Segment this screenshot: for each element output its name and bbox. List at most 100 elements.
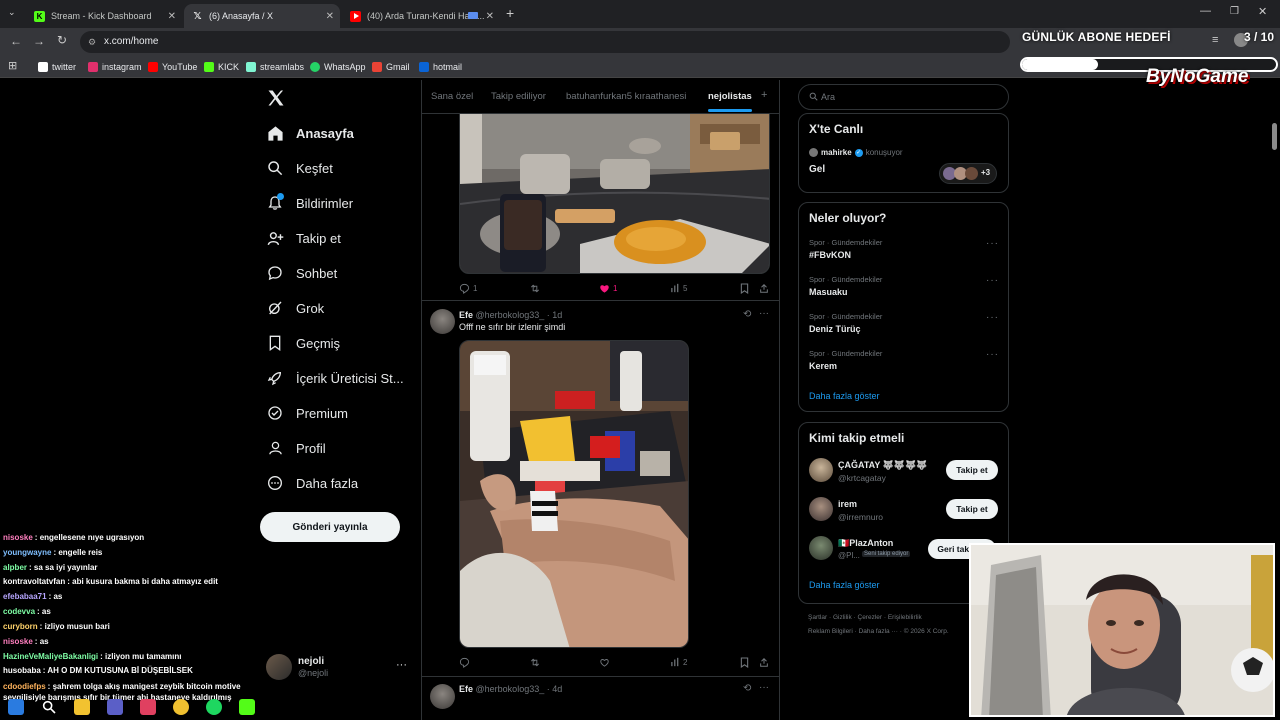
close-icon[interactable]: ✕ [486, 11, 494, 22]
x-logo-icon[interactable] [266, 88, 286, 108]
tab-x-home[interactable]: 𝕏 (6) Anasayfa / X ✕ [184, 4, 340, 28]
nav-premium[interactable]: Premium [266, 398, 348, 428]
tab-kick-dashboard[interactable]: K Stream - Kick Dashboard ✕ [26, 4, 182, 28]
restore-button[interactable]: ❐ [1230, 6, 1239, 17]
nav-explore[interactable]: Keşfet [266, 153, 333, 183]
file-explorer-icon[interactable] [74, 699, 90, 715]
nav-chat[interactable]: Sohbet [266, 258, 337, 288]
close-icon[interactable]: ✕ [168, 11, 176, 22]
live-host[interactable]: mahirke ✓ konuşuyor [809, 148, 903, 157]
more-dots-icon[interactable]: ··· [396, 659, 407, 671]
suggested-user-name[interactable]: irem [838, 499, 857, 509]
more-dots-icon[interactable]: ··· [759, 682, 769, 693]
nav-home[interactable]: Anasayfa [266, 118, 354, 148]
more-dots-icon[interactable]: ··· [986, 238, 999, 249]
search-icon[interactable] [41, 699, 57, 715]
url-field[interactable]: ⚙ x.com/home [80, 31, 1010, 53]
tab-search-icon[interactable]: ⌄ [8, 7, 16, 18]
share-button[interactable] [759, 657, 769, 668]
nav-more[interactable]: Daha fazla [266, 468, 358, 498]
views-button[interactable]: 2 [670, 657, 687, 667]
like-button[interactable] [599, 657, 613, 668]
more-dots-icon[interactable]: ··· [986, 275, 999, 286]
trend-item[interactable]: #FBvKON [809, 250, 851, 260]
search-input[interactable]: Ara [798, 84, 1009, 110]
close-icon[interactable]: ✕ [326, 11, 334, 22]
live-participants[interactable]: +3 [939, 163, 997, 184]
tab-for-you[interactable]: Sana özel [431, 91, 473, 102]
live-space-title[interactable]: Gel [809, 164, 825, 175]
tab-list-kiraathane[interactable]: batuhanfurkan5 kıraathanesi [566, 91, 686, 102]
apps-grid-icon[interactable]: ⊞ [8, 59, 17, 72]
views-button[interactable]: 5 [670, 283, 687, 293]
avatar[interactable] [809, 497, 833, 521]
tab-following[interactable]: Takip ediliyor [491, 91, 546, 102]
tab-youtube[interactable]: (40) Arda Turan-Kendi Hata... ✕ [342, 4, 500, 28]
nav-grok[interactable]: Grok [266, 293, 324, 323]
windows-start-icon[interactable] [8, 699, 24, 715]
suggested-user-name[interactable]: 🇲🇽PlazAnton [838, 538, 893, 549]
footer-link[interactable]: Daha fazla ··· [859, 628, 898, 635]
footer-link[interactable]: Reklam Bilgileri [808, 628, 853, 635]
footer-link[interactable]: Gizlilik [833, 614, 852, 621]
bookmark-instagram[interactable]: instagram [88, 60, 142, 74]
close-window-button[interactable]: ✕ [1258, 5, 1267, 18]
post-time[interactable]: · 1d [547, 310, 563, 320]
post-author[interactable]: Efe [459, 310, 473, 320]
avatar[interactable] [809, 536, 833, 560]
footer-link[interactable]: Şartlar [808, 614, 827, 621]
bookmark-button[interactable] [740, 282, 749, 294]
reply-button[interactable] [459, 657, 473, 668]
trends-show-more-link[interactable]: Daha fazla göster [809, 391, 880, 401]
bookmark-streamlabs[interactable]: streamlabs [246, 60, 304, 74]
bookmark-whatsapp[interactable]: WhatsApp [310, 60, 366, 74]
tab-list-icon[interactable]: ≡ [1212, 34, 1218, 46]
follow-button[interactable]: Takip et [946, 499, 998, 519]
nav-notifications[interactable]: Bildirimler [266, 188, 353, 218]
post-photo[interactable] [459, 340, 689, 648]
bookmark-gmail[interactable]: Gmail [372, 60, 410, 74]
post-button[interactable]: Gönderi yayınla [260, 512, 400, 542]
post-handle[interactable]: @herbokolog33_ [476, 684, 545, 694]
chrome-icon[interactable] [173, 699, 189, 715]
site-info-icon[interactable]: ⚙ [88, 31, 96, 53]
bookmark-twitter[interactable]: twitter [38, 60, 76, 74]
follow-button[interactable]: Takip et [946, 460, 998, 480]
new-tab-button[interactable]: + [506, 5, 514, 21]
share-button[interactable] [759, 283, 769, 294]
reply-button[interactable]: 1 [459, 283, 477, 294]
post-time[interactable]: · 4d [547, 684, 563, 694]
trend-item[interactable]: Kerem [809, 361, 837, 371]
add-tab-button[interactable]: + [761, 89, 767, 101]
nav-profile[interactable]: Profil [266, 433, 326, 463]
post-photo[interactable] [459, 113, 770, 274]
repost-button[interactable] [529, 283, 541, 294]
reload-icon[interactable]: ↻ [57, 33, 67, 47]
avatar[interactable] [430, 309, 455, 334]
avatar[interactable] [809, 458, 833, 482]
repost-button[interactable] [529, 657, 541, 668]
footer-link[interactable]: Erişilebilirlik [888, 614, 922, 621]
footer-link[interactable]: Çerezler [858, 614, 883, 621]
who-to-follow-show-more-link[interactable]: Daha fazla göster [809, 580, 880, 590]
nav-follow[interactable]: Takip et [266, 223, 341, 253]
like-button[interactable]: 1 [599, 283, 617, 294]
more-dots-icon[interactable]: ··· [759, 308, 769, 319]
bookmark-hotmail[interactable]: hotmail [419, 60, 462, 74]
more-dots-icon[interactable]: ··· [986, 312, 999, 323]
grok-icon[interactable]: ⟲ [743, 309, 751, 320]
grok-icon[interactable]: ⟲ [743, 683, 751, 694]
suggested-user-name[interactable]: ÇAĞATAY 🐺🐺🐺🐺 [838, 460, 928, 471]
post-author[interactable]: Efe [459, 684, 473, 694]
kick-icon[interactable] [239, 699, 255, 715]
tab-list-nejolistas[interactable]: nejolistas [708, 91, 752, 112]
scrollbar-thumb[interactable] [1272, 123, 1277, 150]
post-handle[interactable]: @herbokolog33_ [476, 310, 545, 320]
nav-creator-studio[interactable]: İçerik Üreticisi St... [266, 363, 404, 393]
nav-history[interactable]: Geçmiş [266, 328, 340, 358]
spotify-icon[interactable] [206, 699, 222, 715]
back-arrow-icon[interactable]: ← [10, 34, 22, 48]
more-dots-icon[interactable]: ··· [986, 349, 999, 360]
minimize-button[interactable]: — [1200, 5, 1211, 17]
app-icon[interactable] [140, 699, 156, 715]
